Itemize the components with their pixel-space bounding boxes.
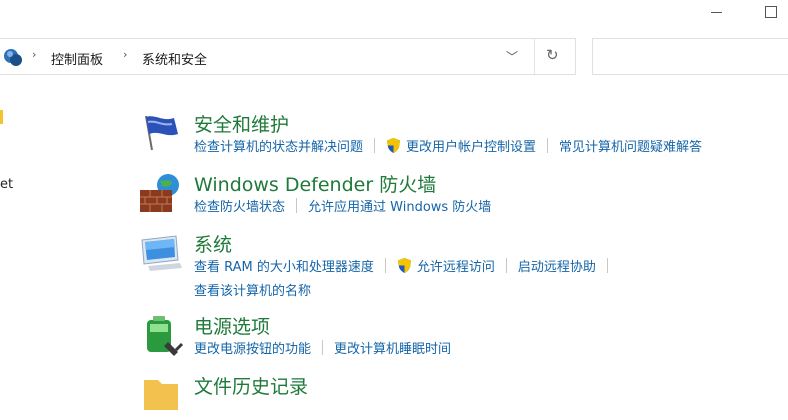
refresh-icon[interactable]: ↻: [546, 46, 559, 64]
firewall-icon: [140, 174, 179, 212]
chevron-right-icon: ›: [32, 48, 37, 61]
category-links: 检查防火墙状态 允许应用通过 Windows 防火墙: [194, 196, 491, 215]
sidebar-item-label[interactable]: et: [0, 177, 13, 192]
power-battery-icon: [147, 316, 184, 356]
link-power-button[interactable]: 更改电源按钮的功能: [194, 338, 311, 357]
link-allow-app[interactable]: 允许应用通过 Windows 防火墙: [308, 196, 491, 215]
sidebar-marker: [0, 110, 3, 124]
address-bar[interactable]: › 控制面板 › 系统和安全 ﹀ ↻: [0, 38, 576, 75]
link-view-ram[interactable]: 查看 RAM 的大小和处理器速度: [194, 256, 374, 275]
link-divider: [384, 258, 386, 273]
category-links: 更改电源按钮的功能 更改计算机睡眠时间: [194, 338, 451, 357]
link-troubleshoot[interactable]: 常见计算机问题疑难解答: [559, 136, 702, 155]
breadcrumb-system-security[interactable]: 系统和安全: [142, 49, 207, 68]
category-title[interactable]: 系统: [194, 230, 232, 257]
category-title[interactable]: 文件历史记录: [194, 372, 308, 399]
link-divider: [296, 198, 298, 213]
minimize-button[interactable]: [702, 0, 732, 26]
link-divider: [547, 138, 549, 153]
search-input[interactable]: [592, 38, 788, 75]
link-divider: [505, 258, 507, 273]
link-divider: [374, 138, 376, 153]
chevron-down-icon[interactable]: ﹀: [506, 48, 518, 65]
link-remote-assist[interactable]: 启动远程协助: [518, 256, 596, 275]
security-flag-icon: [145, 115, 178, 151]
uac-shield-icon: [397, 258, 411, 273]
breadcrumb-control-panel[interactable]: 控制面板: [51, 49, 103, 68]
link-divider: [322, 340, 324, 355]
chevron-right-icon: ›: [123, 48, 128, 61]
maximize-button[interactable]: [756, 0, 786, 26]
link-computer-name[interactable]: 查看该计算机的名称: [194, 280, 311, 299]
link-check-status[interactable]: 检查计算机的状态并解决问题: [194, 136, 363, 155]
category-links: 查看 RAM 的大小和处理器速度 允许远程访问 启动远程协助: [194, 256, 619, 275]
category-title[interactable]: 电源选项: [194, 312, 270, 339]
category-links: 检查计算机的状态并解决问题 更改用户帐户控制设置 常见计算机问题疑难解答: [194, 136, 702, 155]
link-sleep-time[interactable]: 更改计算机睡眠时间: [334, 338, 451, 357]
category-title[interactable]: Windows Defender 防火墙: [194, 170, 436, 197]
link-divider: [606, 258, 608, 273]
category-links: 查看该计算机的名称: [194, 280, 311, 299]
computer-icon: [141, 235, 182, 271]
link-allow-remote[interactable]: 允许远程访问: [417, 256, 495, 275]
divider: [534, 39, 535, 74]
uac-shield-icon: [387, 138, 401, 153]
link-uac-settings[interactable]: 更改用户帐户控制设置: [406, 136, 536, 155]
link-firewall-status[interactable]: 检查防火墙状态: [194, 196, 285, 215]
category-title[interactable]: 安全和维护: [194, 110, 289, 137]
folder-icon: [144, 380, 178, 410]
control-panel-icon: [4, 49, 22, 66]
